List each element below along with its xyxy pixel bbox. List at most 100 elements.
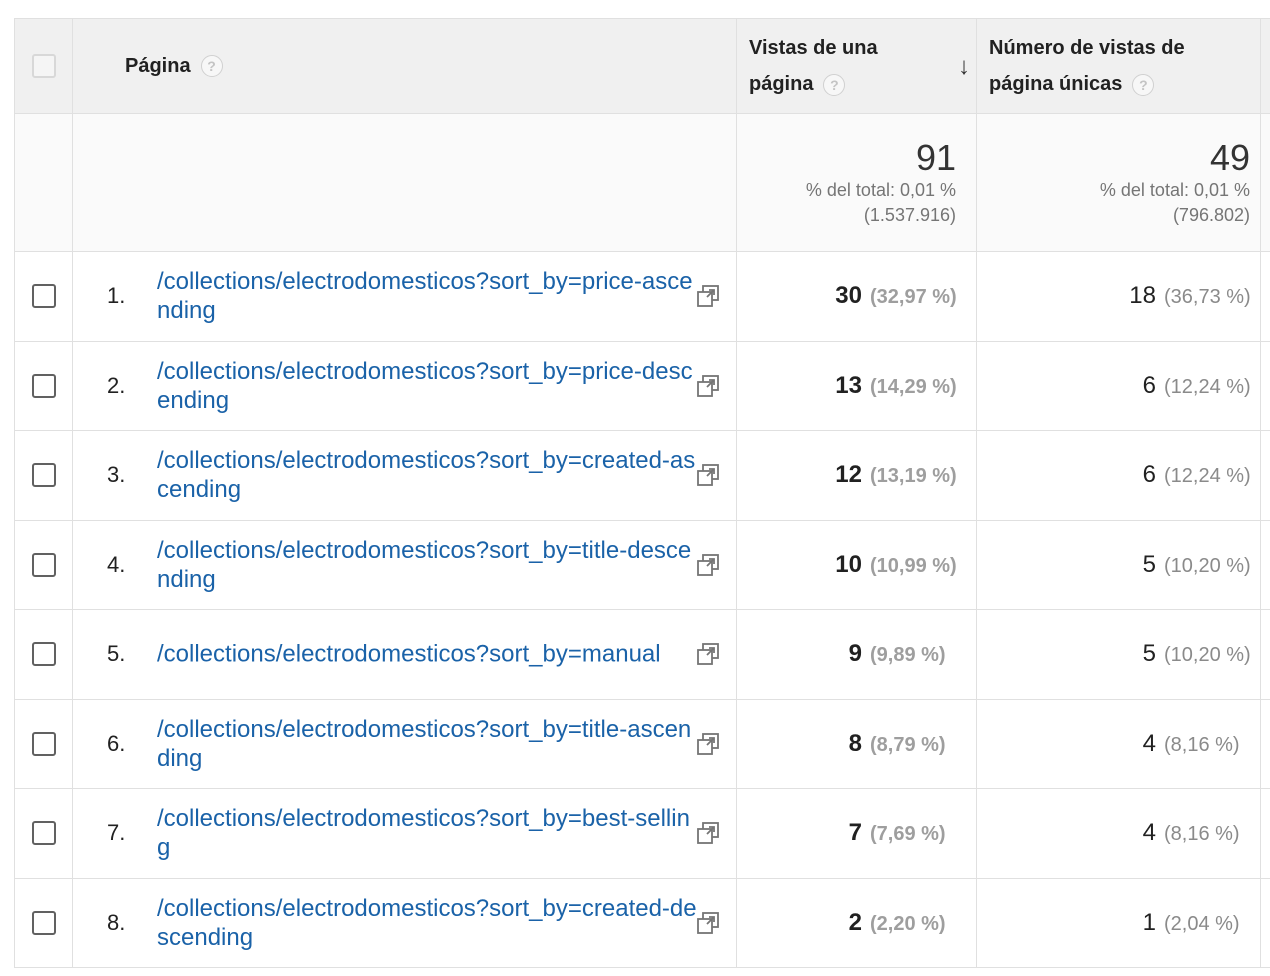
- open-in-new-window-icon[interactable]: [696, 553, 720, 577]
- row-checkbox[interactable]: [31, 821, 56, 846]
- page-link[interactable]: /collections/electrodomesticos?sort_by=t…: [157, 536, 697, 594]
- row-pageviews-pct: (14,29 %): [870, 375, 957, 398]
- row-rank: 6.: [107, 730, 126, 756]
- row-unique-cell: 5 (10,20 %): [976, 519, 1270, 610]
- row-unique-value: 6: [1142, 461, 1156, 489]
- row-pageviews-pct: (9,89 %): [870, 644, 946, 667]
- row-check-cell: [14, 698, 73, 789]
- open-in-new-window-icon[interactable]: [696, 732, 720, 756]
- row-pageviews-value: 10: [835, 550, 862, 578]
- totals-unique-total: (796.802): [1172, 204, 1250, 225]
- page-link[interactable]: /collections/electrodomesticos?sort_by=c…: [157, 894, 697, 952]
- row-rank: 1.: [107, 283, 126, 309]
- row-checkbox[interactable]: [31, 552, 56, 577]
- row-pageviews-pct: (2,20 %): [870, 912, 946, 935]
- totals-pageviews-pct: % del total: 0,01 %: [805, 179, 956, 200]
- top-strip: [0, 0, 1270, 13]
- row-checkbox[interactable]: [31, 910, 56, 935]
- help-icon[interactable]: ?: [823, 73, 846, 96]
- row-unique-cell: 6 (12,24 %): [976, 340, 1270, 431]
- row-pageviews-value: 9: [848, 640, 862, 668]
- table-row: 4. /collections/electrodomesticos?sort_by…: [14, 519, 1270, 610]
- open-in-new-window-icon[interactable]: [696, 642, 720, 666]
- column-header-unique-label-line1: Número de vistas de: [989, 37, 1185, 59]
- row-unique-pct: (2,04 %): [1164, 912, 1240, 935]
- column-header-page[interactable]: Página?: [72, 18, 737, 114]
- row-checkbox[interactable]: [31, 284, 56, 309]
- row-pageviews-cell: 10 (10,99 %): [736, 519, 977, 610]
- row-pageviews-pct: (32,97 %): [870, 286, 957, 309]
- row-unique-cell: 4 (8,16 %): [976, 788, 1270, 879]
- row-check-cell: [14, 430, 73, 521]
- row-unique-cell: 1 (2,04 %): [976, 877, 1270, 968]
- table-row: 5. /collections/electrodomesticos?sort_by…: [14, 609, 1270, 700]
- row-rank: 2.: [107, 372, 126, 398]
- page-link[interactable]: /collections/electrodomesticos?sort_by=c…: [157, 446, 697, 504]
- row-pageviews-value: 30: [835, 282, 862, 310]
- totals-unique-value: 49: [1209, 136, 1250, 178]
- row-unique-value: 1: [1142, 908, 1156, 936]
- arrow-down-icon[interactable]: ↓: [958, 49, 970, 85]
- row-unique-pct: (12,24 %): [1164, 375, 1251, 398]
- table-row: 8. /collections/electrodomesticos?sort_by…: [14, 877, 1270, 968]
- row-page-cell: 8. /collections/electrodomesticos?sort_by…: [72, 877, 737, 968]
- open-in-new-window-icon[interactable]: [696, 821, 720, 845]
- row-unique-value: 5: [1142, 550, 1156, 578]
- report-frame: Página? Vistas de una página? ↓ Número d…: [0, 0, 1270, 976]
- column-header-pageviews[interactable]: Vistas de una página? ↓: [736, 18, 977, 114]
- scroll-edge: [1260, 18, 1270, 968]
- row-unique-cell: 18 (36,73 %): [976, 251, 1270, 342]
- row-unique-pct: (8,16 %): [1164, 823, 1240, 846]
- open-in-new-window-icon[interactable]: [696, 911, 720, 935]
- row-unique-value: 4: [1142, 819, 1156, 847]
- row-pageviews-cell: 9 (9,89 %): [736, 609, 977, 700]
- row-page-cell: 2. /collections/electrodomesticos?sort_by…: [72, 340, 737, 431]
- row-checkbox[interactable]: [31, 642, 56, 667]
- row-checkbox[interactable]: [31, 373, 56, 398]
- open-in-new-window-icon[interactable]: [696, 374, 720, 398]
- table-row: 3. /collections/electrodomesticos?sort_by…: [14, 430, 1270, 521]
- row-rank: 7.: [107, 820, 126, 846]
- pages-report-table: Página? Vistas de una página? ↓ Número d…: [14, 18, 1270, 968]
- row-pageviews-cell: 30 (32,97 %): [736, 251, 977, 342]
- row-unique-cell: 5 (10,20 %): [976, 609, 1270, 700]
- page-link[interactable]: /collections/electrodomesticos?sort_by=t…: [157, 715, 697, 773]
- select-all-checkbox[interactable]: [31, 54, 56, 78]
- column-header-pageviews-label-line2: página: [749, 73, 814, 95]
- row-unique-value: 4: [1142, 729, 1156, 757]
- row-unique-value: 18: [1129, 282, 1156, 310]
- page-link[interactable]: /collections/electrodomesticos?sort_by=b…: [157, 804, 697, 862]
- row-check-cell: [14, 519, 73, 610]
- row-page-cell: 7. /collections/electrodomesticos?sort_by…: [72, 788, 737, 879]
- totals-pageviews-value: 91: [915, 136, 956, 178]
- row-page-cell: 1. /collections/electrodomesticos?sort_by…: [72, 251, 737, 342]
- row-checkbox[interactable]: [31, 731, 56, 756]
- totals-unique-cell: 49 % del total: 0,01 % (796.802): [976, 113, 1270, 252]
- help-icon[interactable]: ?: [1132, 73, 1155, 96]
- row-unique-pct: (10,20 %): [1164, 554, 1251, 577]
- row-pageviews-cell: 7 (7,69 %): [736, 788, 977, 879]
- header-row: Página? Vistas de una página? ↓ Número d…: [14, 18, 1270, 114]
- row-unique-pct: (10,20 %): [1164, 644, 1251, 667]
- row-pageviews-cell: 8 (8,79 %): [736, 698, 977, 789]
- row-pageviews-pct: (7,69 %): [870, 823, 946, 846]
- column-header-unique-pageviews[interactable]: Número de vistas de página únicas?: [976, 18, 1270, 114]
- row-page-cell: 6. /collections/electrodomesticos?sort_by…: [72, 698, 737, 789]
- row-unique-pct: (36,73 %): [1164, 286, 1251, 309]
- totals-unique-pct: % del total: 0,01 %: [1099, 179, 1250, 200]
- page-link[interactable]: /collections/electrodomesticos?sort_by=p…: [157, 267, 697, 325]
- row-pageviews-cell: 12 (13,19 %): [736, 430, 977, 521]
- row-check-cell: [14, 877, 73, 968]
- page-link[interactable]: /collections/electrodomesticos?sort_by=p…: [157, 357, 697, 415]
- page-link[interactable]: /collections/electrodomesticos?sort_by=m…: [157, 640, 697, 669]
- open-in-new-window-icon[interactable]: [696, 284, 720, 308]
- table-row: 1. /collections/electrodomesticos?sort_by…: [14, 251, 1270, 342]
- totals-page-cell: [72, 113, 737, 252]
- row-pageviews-value: 7: [848, 819, 862, 847]
- open-in-new-window-icon[interactable]: [696, 463, 720, 487]
- row-checkbox[interactable]: [31, 463, 56, 488]
- help-icon[interactable]: ?: [200, 55, 223, 78]
- column-header-pageviews-label-line1: Vistas de una: [749, 37, 878, 59]
- row-unique-cell: 6 (12,24 %): [976, 430, 1270, 521]
- column-header-unique-label-line2: página únicas: [989, 73, 1123, 95]
